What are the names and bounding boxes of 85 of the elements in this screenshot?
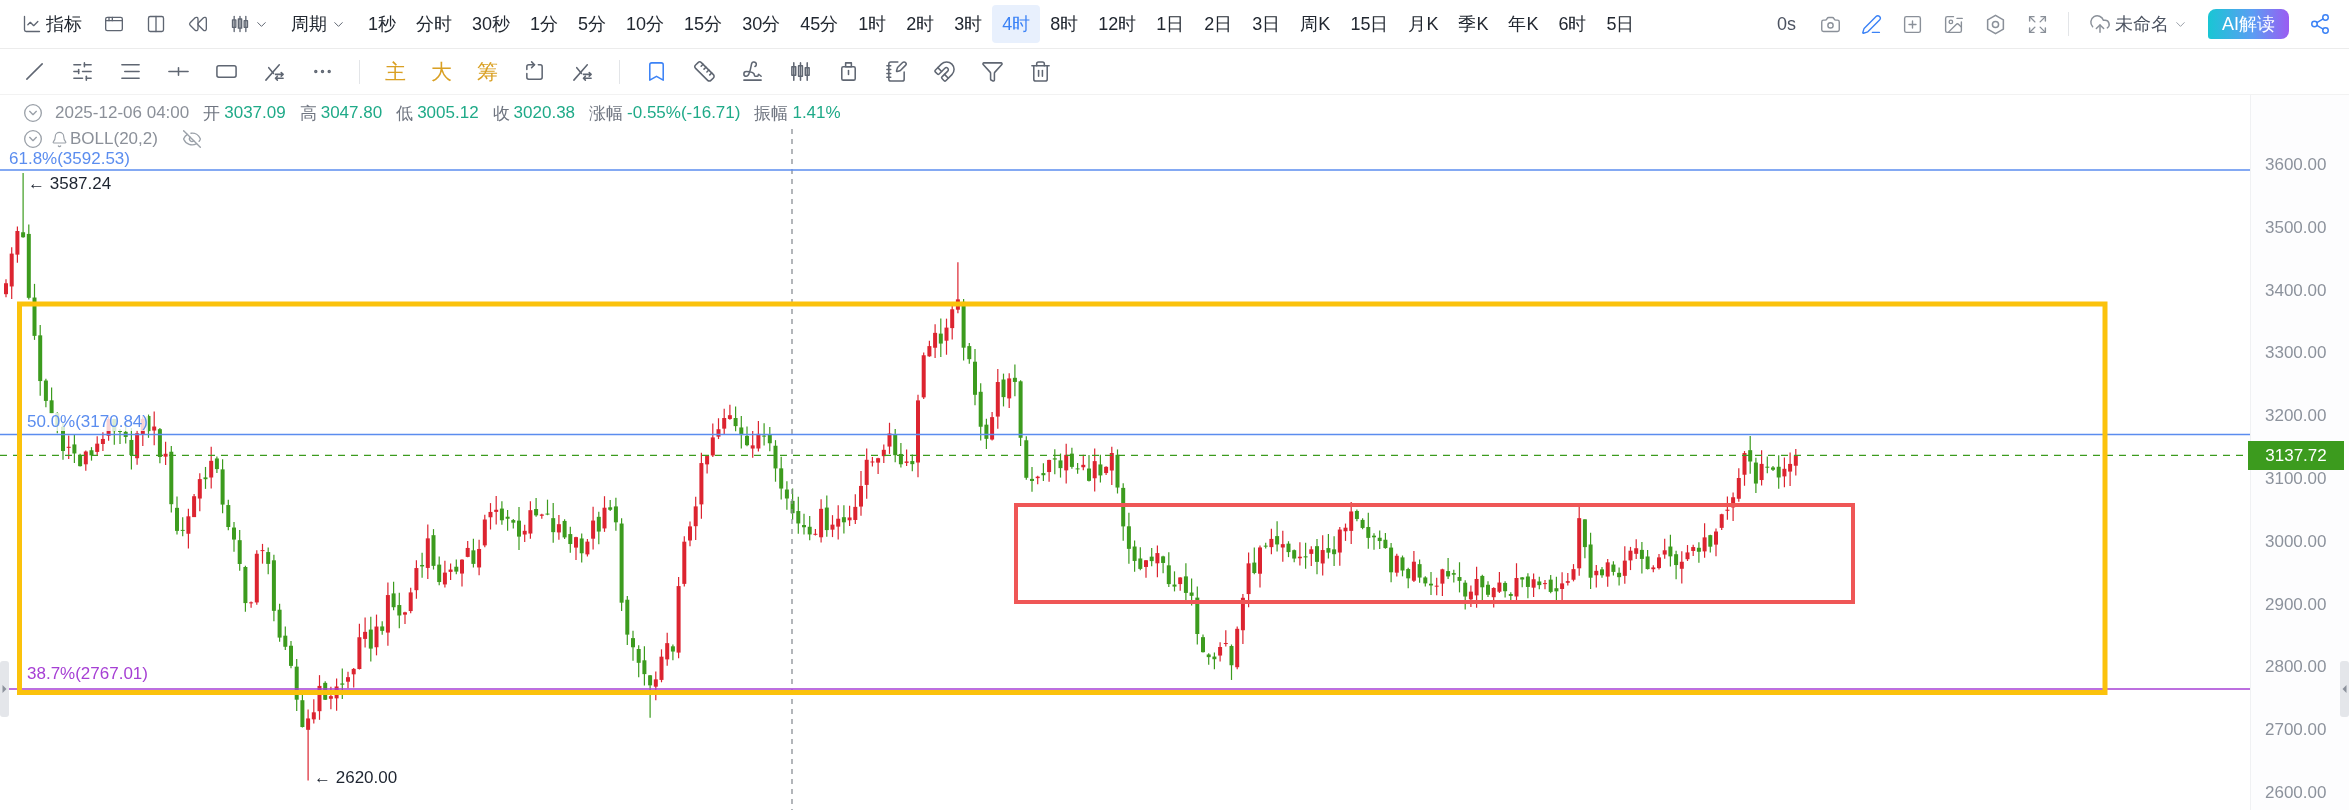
period-dropdown[interactable]: 周期 (291, 7, 346, 41)
interval-tab[interactable]: 45分 (790, 5, 849, 43)
price-axis-label: 2700.00 (2265, 721, 2327, 740)
fib-level-label: 38.7%(2767.01) (27, 665, 148, 683)
interval-tab[interactable]: 周K (1290, 5, 1341, 43)
last-price-tag: 3137.72 (2248, 441, 2344, 470)
legend-field-label: 开 (203, 102, 221, 125)
interval-tab[interactable]: 3日 (1242, 5, 1291, 43)
fib-level-label: 50.0%(3170.84) (27, 413, 148, 431)
sliders-icon[interactable] (71, 60, 94, 83)
square-plus-icon[interactable] (1902, 13, 1923, 35)
trend-line-icon[interactable] (23, 60, 46, 83)
pen-icon[interactable] (1861, 13, 1882, 35)
legend-field-label: 低 (396, 102, 414, 125)
interval-tab[interactable]: 3时 (944, 5, 993, 43)
filter-icon[interactable] (981, 60, 1004, 83)
interval-tab[interactable]: 1日 (1146, 5, 1195, 43)
interval-tab[interactable]: 1分 (520, 5, 569, 43)
legend-field-value: 3005.12 (417, 103, 479, 123)
interval-tab[interactable]: 5日 (1596, 5, 1645, 43)
interval-tab[interactable]: 30分 (732, 5, 791, 43)
legend-field-label: 高 (299, 102, 317, 125)
magnet-icon[interactable] (933, 60, 956, 83)
interval-tab[interactable]: 2日 (1194, 5, 1243, 43)
notebook-pen-icon[interactable] (885, 60, 908, 83)
legend-field-label: 涨幅 (589, 102, 624, 125)
price-axis-label: 3300.00 (2265, 344, 2327, 363)
ruler-icon[interactable] (693, 60, 716, 83)
eye-off-icon[interactable] (181, 129, 202, 149)
price-axis-label: 3100.00 (2265, 470, 2327, 488)
legend-field-value: 3020.38 (513, 103, 576, 123)
layout-name-dropdown[interactable]: 未命名 (2089, 7, 2188, 41)
collapse-handle-icon[interactable] (2340, 661, 2349, 717)
legend-field-label: 振幅 (754, 102, 789, 125)
candlestick-icon[interactable] (230, 14, 250, 34)
low-price-label: ← 2620.00 (314, 769, 398, 787)
rewind-icon[interactable] (188, 14, 208, 34)
columns-icon[interactable] (146, 14, 166, 34)
price-axis-label: 2600.00 (2265, 784, 2327, 802)
interval-tab[interactable]: 15日 (1340, 5, 1399, 43)
trash-icon[interactable] (1029, 60, 1052, 83)
interval-tab[interactable]: 8时 (1040, 5, 1089, 43)
expand-handle-icon[interactable] (0, 661, 9, 717)
settings-icon[interactable] (1984, 12, 2007, 36)
interval-tab[interactable]: 1时 (848, 5, 897, 43)
interval-tab[interactable]: 5分 (568, 5, 617, 43)
line-chart-icon[interactable] (22, 14, 42, 34)
interval-tab[interactable]: 10分 (616, 5, 675, 43)
interval-tab[interactable]: 2时 (896, 5, 945, 43)
interval-tab[interactable]: 30秒 (462, 5, 521, 43)
image-minus-icon[interactable] (1943, 13, 1964, 35)
rotate-square-icon[interactable] (523, 60, 546, 83)
legend-field-value: 3047.80 (320, 103, 383, 123)
signature-icon[interactable] (741, 60, 764, 83)
price-axis-label: 3600.00 (2265, 156, 2327, 174)
interval-tab[interactable]: 12时 (1088, 5, 1147, 43)
interval-tab[interactable]: 15分 (674, 5, 733, 43)
cloud-upload-icon[interactable] (2089, 13, 2111, 35)
bell-icon[interactable] (51, 130, 68, 148)
price-axis-label: 3400.00 (2265, 281, 2327, 300)
legend-date: 2025-12-06 04:00 (55, 103, 190, 123)
interval-tab[interactable]: 季K (1448, 5, 1499, 43)
interval-tab[interactable]: 6时 (1548, 5, 1597, 43)
high-price-label: ← 3587.24 (28, 175, 112, 193)
legend-field-label: 收 (492, 102, 510, 125)
interval-tab[interactable]: 1秒 (358, 5, 406, 43)
interval-tab[interactable]: 年K (1498, 5, 1549, 43)
interval-tab[interactable]: 月K (1398, 5, 1449, 43)
indicator-name: BOLL(20,2) (70, 129, 158, 149)
candlestick-icon[interactable] (789, 60, 812, 83)
price-axis-label: 2900.00 (2265, 595, 2327, 614)
share-icon[interactable] (2309, 13, 2331, 35)
window-icon[interactable] (104, 14, 124, 34)
interval-tab[interactable]: 分时 (406, 5, 462, 43)
price-axis-label: 3500.00 (2265, 218, 2327, 237)
legend-field-value: 3037.09 (224, 103, 286, 123)
fullscreen-icon[interactable] (2027, 13, 2048, 35)
legend-field-value: 1.41% (792, 103, 841, 123)
legend-field-value: -0.55%(-16.71) (627, 103, 741, 123)
price-axis-label: 2800.00 (2265, 658, 2327, 677)
fib-level-label: 61.8%(3592.53) (9, 150, 130, 168)
indicator-button[interactable]: 指标 (22, 7, 82, 41)
price-axis-label: 3200.00 (2265, 407, 2327, 426)
price-axis-label: 3000.00 (2265, 532, 2327, 551)
timer-label: 0s (1776, 13, 1796, 35)
